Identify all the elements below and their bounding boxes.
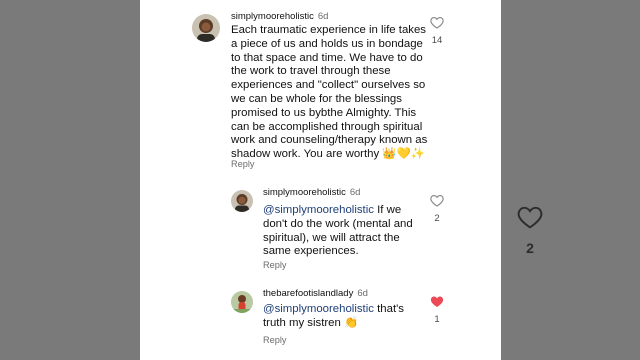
timestamp: 6d: [357, 288, 368, 299]
heart-outline-icon[interactable]: [517, 205, 543, 229]
avatar[interactable]: [231, 190, 253, 212]
mention-link[interactable]: @simplymooreholistic: [263, 303, 374, 315]
heart-filled-icon[interactable]: [430, 295, 444, 308]
mention-link[interactable]: @simplymooreholistic: [263, 204, 374, 216]
comment-text: @simplymooreholistic that's truth my sis…: [263, 303, 413, 331]
comment-username-line: simplymooreholistic 6d: [263, 187, 360, 198]
comment-text: @simplymooreholistic If we don't do the …: [263, 204, 413, 259]
heart-outline-icon[interactable]: [430, 194, 444, 207]
like-count: 2: [434, 213, 440, 224]
like-control: 14: [429, 16, 445, 46]
video-like-control: 2: [515, 205, 545, 256]
video-like-count: 2: [526, 240, 534, 256]
comment-text: Each traumatic experience in life takes …: [231, 24, 428, 161]
like-control: 1: [429, 295, 445, 325]
avatar[interactable]: [192, 14, 220, 42]
reply-button[interactable]: Reply: [231, 159, 255, 169]
like-control: 2: [429, 194, 445, 224]
like-count: 1: [434, 314, 440, 325]
reply-comment-item: simplymooreholistic 6d @simplymooreholist…: [140, 180, 501, 280]
timestamp: 6d: [349, 187, 361, 198]
comment-item: simplymooreholistic 6d Each traumatic exp…: [140, 0, 501, 180]
comments-panel: simplymooreholistic 6d Each traumatic exp…: [140, 0, 501, 360]
username[interactable]: thebarefootislandlady: [263, 288, 353, 299]
comment-username-line: thebarefootislandlady 6d: [263, 288, 368, 299]
reply-button[interactable]: Reply: [263, 260, 287, 270]
username[interactable]: simplymooreholistic: [263, 187, 346, 198]
comment-username-line: simplymooreholistic 6d: [231, 11, 328, 22]
heart-outline-icon[interactable]: [430, 16, 444, 29]
timestamp: 6d: [317, 11, 329, 22]
avatar[interactable]: [231, 291, 253, 313]
username[interactable]: simplymooreholistic: [231, 11, 314, 22]
reply-button[interactable]: Reply: [263, 335, 287, 345]
like-count: 14: [431, 35, 443, 46]
reply-comment-item: thebarefootislandlady 6d @simplymooreholi…: [140, 280, 501, 360]
